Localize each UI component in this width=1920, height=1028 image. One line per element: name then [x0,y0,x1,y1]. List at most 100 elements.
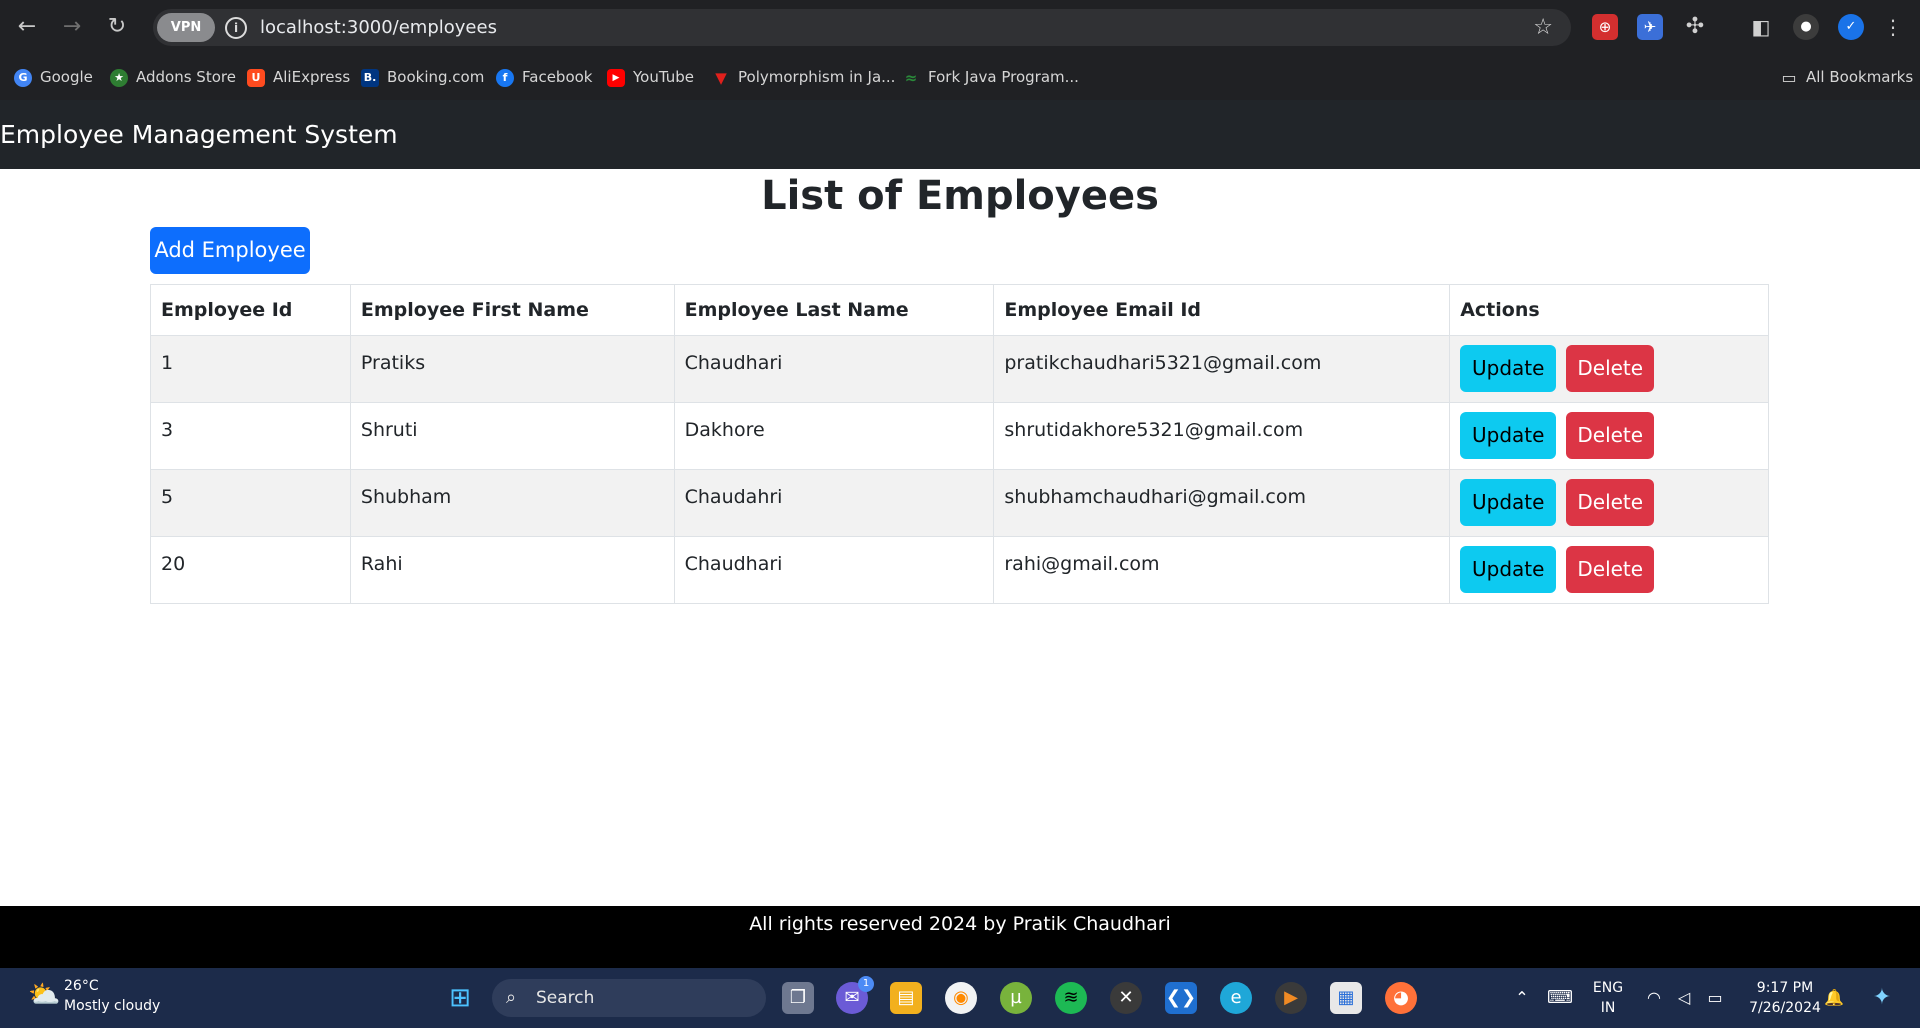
bookmark-booking[interactable]: B. Booking.com [361,54,484,100]
reload-icon[interactable]: ↻ [102,12,132,42]
facebook-icon: f [496,68,514,87]
bookmarks-bar: G Google ★ Addons Store U AliExpress B. Book… [0,54,1920,100]
spotify-icon[interactable]: ≋ [1055,982,1087,1014]
search-label: Search [536,988,595,1008]
clock[interactable]: 9:17 PM 7/26/2024 [1740,978,1830,1018]
header-first-name: Employee First Name [349,284,675,336]
copilot-icon[interactable]: ✦ [1862,968,1902,1028]
bookmark-label: Polymorphism in Ja... [738,68,896,86]
table-row: 1 Pratiks Chaudhari pratikchaudhari5321@… [150,335,1769,403]
address-bar[interactable]: VPN i localhost:3000/employees ☆ [153,9,1571,46]
extension-rocket-icon[interactable]: ✈ [1637,14,1663,40]
cell-last-name: Chaudhari [673,536,995,604]
notification-bell-icon[interactable]: 🔔 [1822,968,1846,1028]
store-icon[interactable]: ▦ [1330,982,1362,1014]
all-bookmarks[interactable]: ▭ All Bookmarks [1780,54,1913,100]
vscode-icon[interactable]: ❮❯ [1165,982,1197,1014]
language-top: ENG [1592,980,1624,996]
back-icon[interactable]: ← [12,12,42,42]
cell-email: rahi@gmail.com [993,536,1451,604]
chat-icon[interactable]: ✉ 1 [836,976,874,1014]
language-indicator[interactable]: ENG IN [1588,978,1628,1018]
taskbar-search[interactable]: ⌕ Search [492,979,766,1017]
windows-start-icon[interactable]: ⊞ [444,982,476,1014]
keyboard-icon[interactable]: ⌨ [1546,968,1574,1028]
delete-button[interactable]: Delete [1566,479,1655,526]
task-view-icon[interactable]: ❐ [782,982,814,1014]
cell-id: 3 [150,402,351,470]
url-text[interactable]: localhost:3000/employees [260,9,497,46]
update-button[interactable]: Update [1460,412,1557,459]
update-button[interactable]: Update [1460,479,1557,526]
cell-last-name: Chaudahri [673,469,995,537]
bookmark-polymorphism[interactable]: ▼ Polymorphism in Ja... [712,54,895,100]
delete-button[interactable]: Delete [1566,412,1655,459]
add-employee-button[interactable]: Add Employee [150,227,310,274]
bookmark-fork-java[interactable]: ≈ Fork Java Program... [902,54,1079,100]
fork-java-icon: ≈ [904,68,918,87]
page-footer: All rights reserved 2024 by Pratik Chaud… [0,906,1920,968]
forward-icon[interactable]: → [57,12,87,42]
vpn-badge[interactable]: VPN [157,13,215,42]
clock-time: 9:17 PM [1756,980,1814,996]
battery-icon[interactable]: ▭ [1702,968,1728,1028]
app-brand[interactable]: Employee Management System [0,100,398,169]
app-navbar: Employee Management System [0,100,1920,169]
table-header-row: Employee Id Employee First Name Employee… [150,284,1769,336]
site-info-icon[interactable]: i [225,17,247,39]
cell-first-name: Pratiks [349,335,675,403]
wifi-icon[interactable]: ◠ [1642,968,1666,1028]
cell-last-name: Dakhore [673,402,995,470]
employees-table: Employee Id Employee First Name Employee… [150,284,1769,604]
cell-actions: Update Delete [1449,402,1769,470]
cell-last-name: Chaudhari [673,335,995,403]
cell-first-name: Rahi [349,536,675,604]
delete-button[interactable]: Delete [1566,546,1655,593]
bookmark-star-icon[interactable]: ☆ [1533,9,1553,46]
xbox-icon[interactable]: ✕ [1110,982,1142,1014]
bookmark-google[interactable]: G Google [14,54,93,100]
password-manager-icon[interactable]: ✓ [1838,14,1864,40]
update-button[interactable]: Update [1460,546,1557,593]
cell-actions: Update Delete [1449,469,1769,537]
footer-text: All rights reserved 2024 by Pratik Chaud… [749,913,1171,935]
file-explorer-icon[interactable]: ▤ [890,982,922,1014]
volume-icon[interactable]: ◁ [1672,968,1696,1028]
cell-actions: Update Delete [1449,536,1769,604]
bookmark-aliexpress[interactable]: U AliExpress [247,54,350,100]
bookmark-label: YouTube [633,68,694,86]
extensions-puzzle-icon[interactable]: ✣ [1682,14,1708,40]
bookmark-label: Booking.com [387,68,485,86]
browser-menu-icon[interactable]: ⋮ [1880,14,1906,40]
weather-cloudy-icon: ⛅ [28,980,61,1010]
cell-id: 5 [150,469,351,537]
utorrent-icon[interactable]: µ [1000,982,1032,1014]
weather-condition: Mostly cloudy [64,998,161,1014]
bookmark-facebook[interactable]: f Facebook [496,54,592,100]
update-button[interactable]: Update [1460,345,1557,392]
table-row: 20 Rahi Chaudhari rahi@gmail.com Update D… [150,536,1769,604]
page-title: List of Employees [761,173,1159,219]
aliexpress-icon: U [247,68,265,87]
bookmark-label: Google [40,68,93,86]
show-hidden-icons-icon[interactable]: ⌃ [1510,968,1534,1028]
cell-first-name: Shubham [349,469,675,537]
media-player-icon[interactable]: ▶ [1275,982,1307,1014]
cell-id: 1 [150,335,351,403]
table-row: 5 Shubham Chaudahri shubhamchaudhari@gma… [150,469,1769,537]
delete-button[interactable]: Delete [1566,345,1655,392]
firefox-icon[interactable]: ◕ [1385,982,1417,1014]
profile-avatar-icon[interactable]: ● [1793,14,1819,40]
weather-text: 26°C Mostly cloudy [64,976,160,1016]
header-employee-id: Employee Id [150,284,351,336]
bookmark-addons-store[interactable]: ★ Addons Store [110,54,236,100]
bookmark-label: Addons Store [136,68,236,86]
extension-lock-icon[interactable]: ⊕ [1592,14,1618,40]
browser-app-icon[interactable]: ◉ [945,982,977,1014]
cell-email: shrutidakhore5321@gmail.com [993,402,1451,470]
polymorphism-icon: ▼ [715,68,727,87]
cell-first-name: Shruti [349,402,675,470]
bookmark-youtube[interactable]: ▶ YouTube [607,54,694,100]
side-panel-icon[interactable]: ◧ [1748,14,1774,40]
edge-icon[interactable]: e [1220,982,1252,1014]
